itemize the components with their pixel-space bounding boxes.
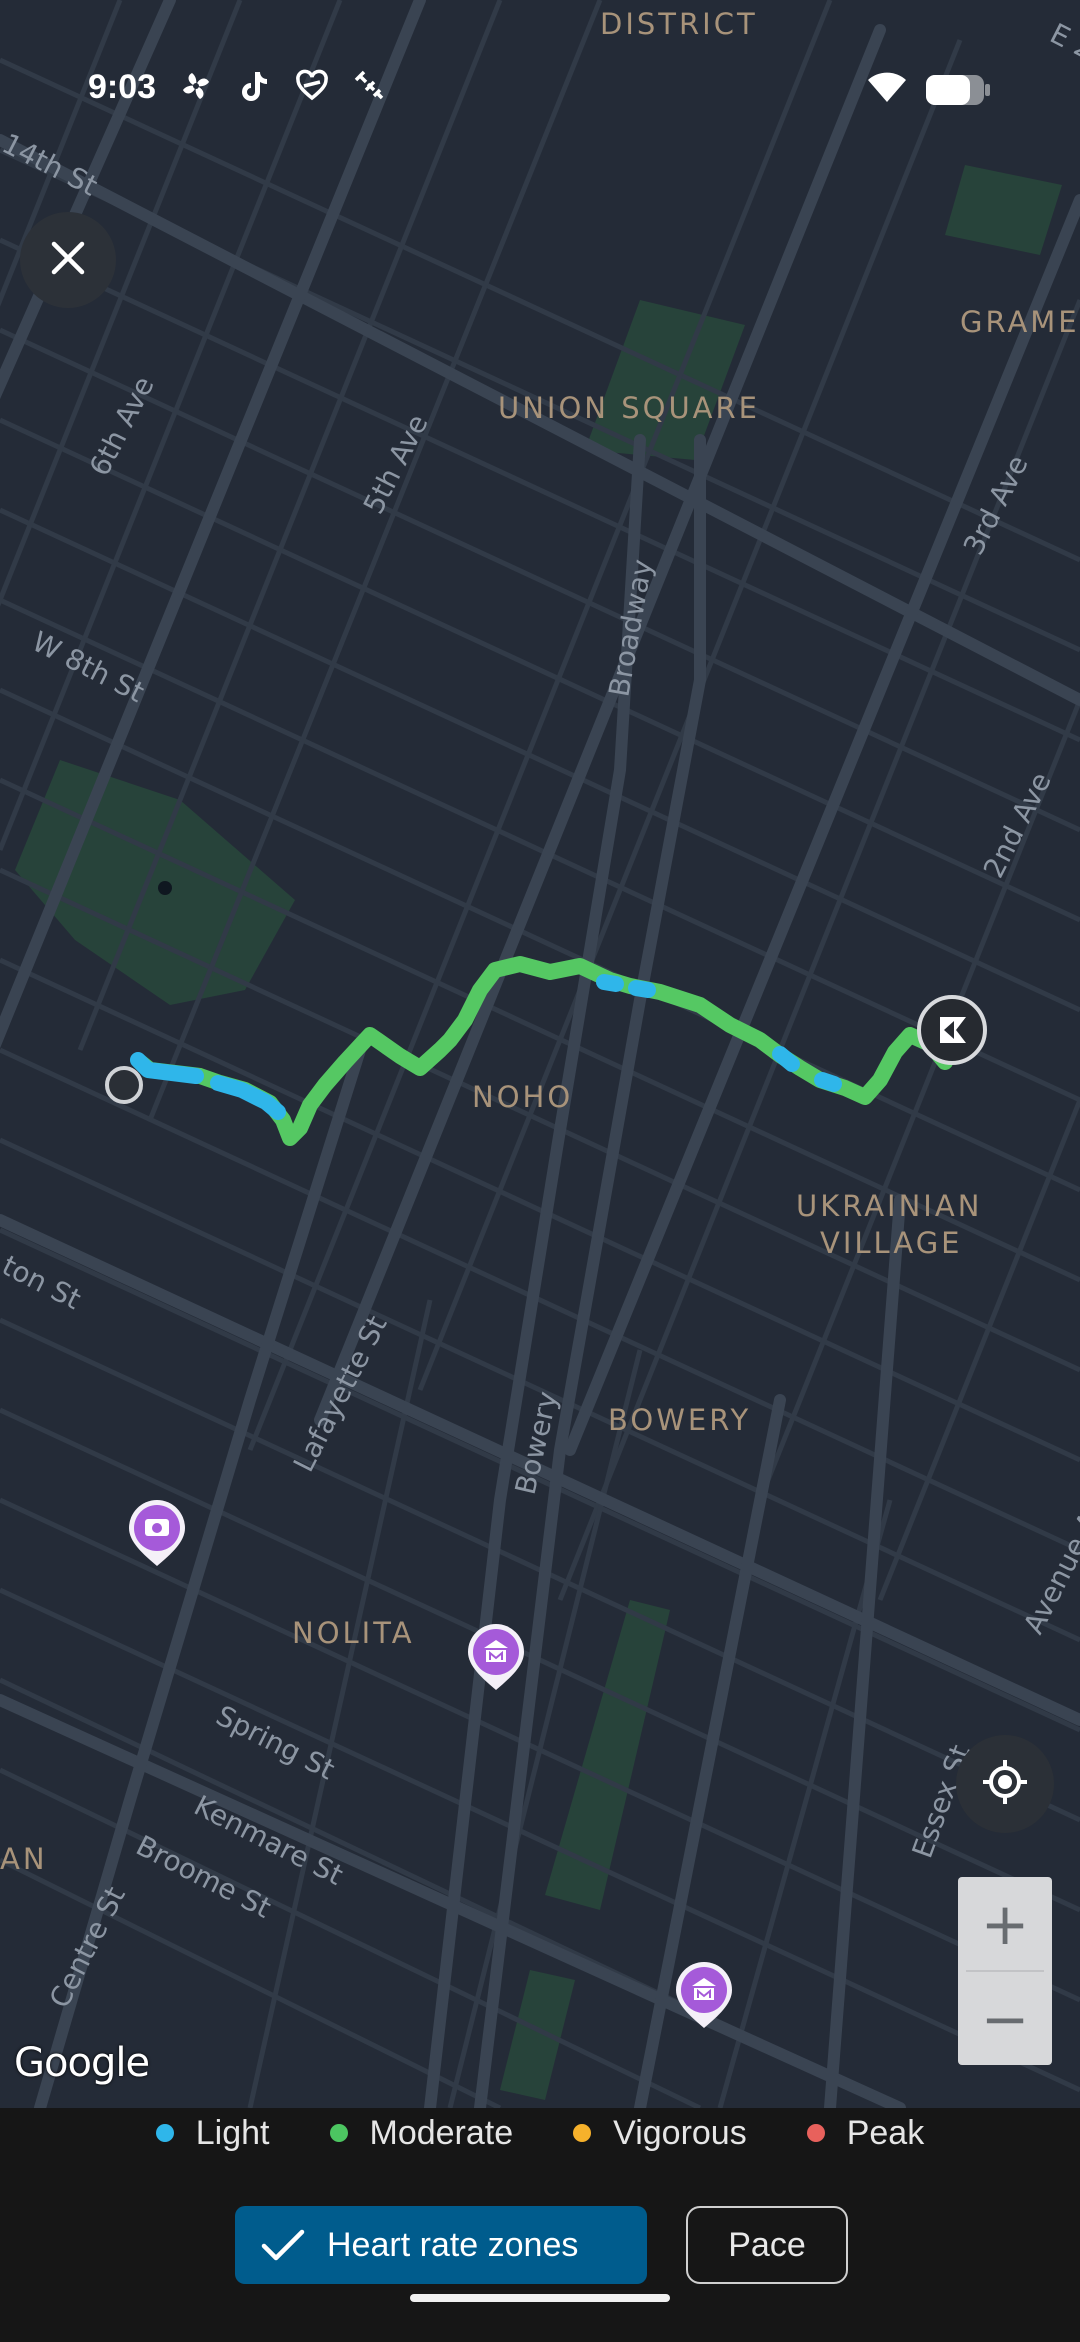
route-map[interactable]: 14th St 6th Ave 5th Ave 3rd Ave Broadway… bbox=[0, 0, 1080, 2108]
area-label-nolita: NOLITA bbox=[292, 1616, 415, 1650]
status-time: 9:03 bbox=[88, 68, 157, 106]
legend-dot-peak bbox=[806, 2124, 825, 2142]
zoom-controls: + − bbox=[958, 1877, 1052, 2065]
area-label-ukrainian: UKRAINIAN bbox=[796, 1189, 982, 1223]
close-icon bbox=[48, 238, 88, 283]
google-logo: Google bbox=[14, 2040, 150, 2086]
area-label-village: VILLAGE bbox=[820, 1226, 963, 1260]
pace-chip[interactable]: Pace bbox=[686, 2206, 848, 2284]
zoom-in-button[interactable]: + bbox=[958, 1877, 1052, 1970]
legend-label: Moderate bbox=[369, 2113, 514, 2152]
tiktok-icon bbox=[234, 66, 274, 106]
heart-link-icon bbox=[292, 66, 332, 106]
zoom-out-button[interactable]: − bbox=[958, 1972, 1052, 2065]
area-label-grame: GRAME bbox=[960, 305, 1080, 339]
legend-label: Peak bbox=[846, 2113, 925, 2152]
route-light-4 bbox=[628, 980, 656, 998]
legend-item-light: Light bbox=[155, 2110, 270, 2156]
pace-label: Pace bbox=[728, 2225, 806, 2264]
area-label-bowery: BOWERY bbox=[608, 1403, 751, 1437]
wifi-icon bbox=[866, 70, 908, 109]
my-location-button[interactable] bbox=[956, 1735, 1054, 1833]
area-label-noho: NOHO bbox=[472, 1080, 573, 1114]
satellite-icon bbox=[350, 66, 390, 106]
area-label-an: AN bbox=[0, 1842, 48, 1876]
legend-item-vigorous: Vigorous bbox=[573, 2110, 747, 2156]
legend-dot-moderate bbox=[329, 2124, 348, 2142]
legend-item-peak: Peak bbox=[806, 2110, 925, 2156]
area-label-district: DISTRICT bbox=[600, 7, 758, 41]
route-light-6 bbox=[814, 1072, 842, 1092]
route-light-5 bbox=[772, 1046, 800, 1072]
check-icon bbox=[261, 2228, 305, 2262]
status-icons bbox=[176, 66, 390, 106]
battery-icon bbox=[925, 74, 991, 111]
route-start-marker bbox=[105, 1066, 143, 1104]
legend-item-moderate: Moderate bbox=[329, 2110, 514, 2156]
heart-rate-zones-label: Heart rate zones bbox=[327, 2225, 579, 2264]
heart-rate-zones-chip[interactable]: Heart rate zones bbox=[235, 2206, 647, 2284]
home-indicator[interactable] bbox=[410, 2294, 670, 2302]
route-finish-marker bbox=[917, 995, 987, 1065]
legend-label: Vigorous bbox=[613, 2113, 747, 2152]
legend-dot-light bbox=[155, 2124, 174, 2142]
fan-icon bbox=[176, 66, 216, 106]
route-light-3 bbox=[596, 974, 624, 992]
area-label-union-square: UNION SQUARE bbox=[498, 391, 760, 425]
zone-legend: Light Moderate Vigorous Peak bbox=[0, 2110, 1080, 2156]
my-location-icon bbox=[979, 1756, 1031, 1813]
legend-label: Light bbox=[195, 2113, 270, 2152]
close-button[interactable] bbox=[20, 212, 116, 308]
legend-dot-vigorous bbox=[573, 2124, 592, 2142]
